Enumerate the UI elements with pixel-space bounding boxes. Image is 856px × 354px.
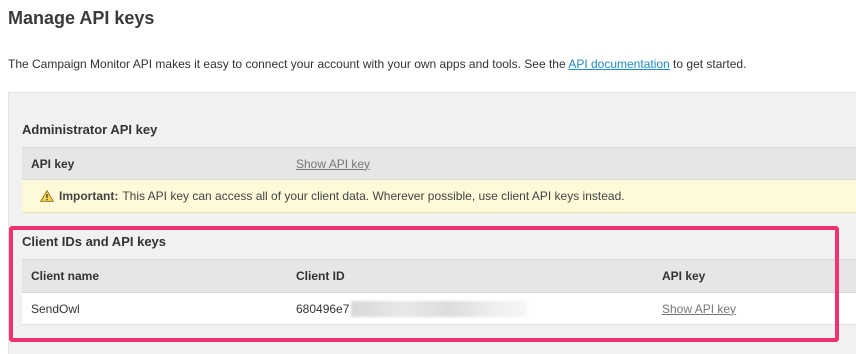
client-id-value: 680496e7 [296, 301, 350, 316]
api-documentation-link[interactable]: API documentation [568, 57, 669, 71]
column-header-api-key: API key [662, 269, 706, 283]
intro-text: The Campaign Monitor API makes it easy t… [8, 57, 746, 71]
client-ids-heading: Client IDs and API keys [22, 234, 167, 249]
client-name-cell: SendOwl [31, 301, 80, 316]
show-client-api-key-link[interactable]: Show API key [662, 293, 736, 324]
intro-text-after: to get started. [669, 57, 747, 71]
admin-api-key-row: API key Show API key [22, 147, 856, 180]
redacted-client-id [351, 300, 528, 317]
table-row: SendOwl 680496e7 Show API key [22, 293, 856, 325]
warning-icon [40, 190, 54, 202]
notice-bold-label: Important: [59, 189, 119, 203]
notice-text: This API key can access all of your clie… [122, 189, 625, 203]
show-admin-api-key-link[interactable]: Show API key [296, 148, 370, 179]
page-title: Manage API keys [8, 8, 155, 28]
client-table-header: Client name Client ID API key [22, 259, 856, 293]
column-header-client-id: Client ID [296, 269, 345, 283]
important-notice: Important: This API key can access all o… [22, 180, 856, 213]
column-header-client-name: Client name [31, 269, 100, 283]
api-key-label: API key [31, 156, 75, 171]
intro-text-before: The Campaign Monitor API makes it easy t… [8, 57, 569, 71]
client-id-cell: 680496e7 [296, 293, 528, 324]
admin-api-key-heading: Administrator API key [22, 122, 158, 137]
